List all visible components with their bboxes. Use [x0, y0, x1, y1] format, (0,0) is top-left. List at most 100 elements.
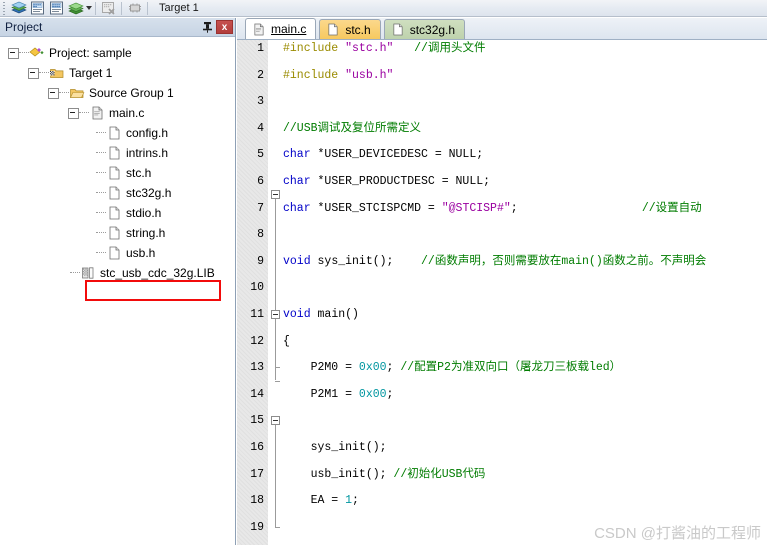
- header-file-icon: [106, 125, 122, 141]
- project-panel-header: Project x: [0, 18, 235, 37]
- code-text: //USB调试及复位所需定义: [283, 121, 422, 135]
- line-number: 1: [257, 42, 264, 55]
- tab-main-c[interactable]: main.c: [245, 18, 317, 39]
- code-line[interactable]: 13 P2M0 = 0x00; //配置P2为准双向口（屠龙刀三板载led）: [237, 361, 767, 374]
- code-line[interactable]: 7 char *USER_STCISPCMD = "@STCISP#"; //设置…: [237, 202, 767, 215]
- line-number: 15: [250, 414, 264, 428]
- tab-label: main.c: [271, 22, 307, 36]
- code-line[interactable]: 9 void sys_init(); //函数声明，否则需要放在main()函数之…: [237, 255, 767, 268]
- code-line[interactable]: 15: [237, 414, 767, 427]
- tree-item-stc32g-h[interactable]: stc32g.h: [0, 183, 235, 203]
- tree-connector: [96, 172, 106, 174]
- expander-icon[interactable]: [8, 47, 19, 59]
- tree-item-main-c[interactable]: main.c: [0, 103, 235, 123]
- pin-icon[interactable]: [200, 20, 214, 35]
- code-text: #include "stc.h" //调用头文件: [283, 42, 486, 55]
- target-selector[interactable]: Target 1: [159, 2, 199, 14]
- code-text: P2M1 = 0x00;: [283, 387, 394, 401]
- code-text: char *USER_DEVICEDESC = NULL;: [283, 148, 484, 162]
- batch-build-dropdown-icon[interactable]: [86, 6, 92, 10]
- tree-connector: [96, 232, 106, 234]
- fold-collapse-icon[interactable]: [271, 190, 280, 200]
- tree-item-target[interactable]: Target 1: [0, 63, 235, 83]
- fold-collapse-icon[interactable]: [271, 416, 280, 426]
- toolbar-separator-2: [121, 1, 122, 15]
- tree-item-stc-h[interactable]: stc.h: [0, 163, 235, 183]
- line-number: 7: [257, 201, 264, 215]
- fold-collapse-icon[interactable]: [271, 310, 280, 319]
- line-number: 11: [250, 307, 264, 321]
- tree-item-label: usb.h: [126, 246, 156, 260]
- tree-item-label: Target 1: [69, 66, 113, 80]
- code-text: {: [283, 334, 290, 348]
- code-line[interactable]: 12 {: [237, 335, 767, 348]
- line-number: 14: [250, 387, 264, 401]
- line-number: 5: [257, 148, 264, 162]
- header-file-icon: [325, 22, 341, 38]
- tab-label: stc32g.h: [409, 22, 456, 37]
- tree-item-lib[interactable]: stc_usb_cdc_32g.LIB: [0, 263, 235, 283]
- tree-item-string-h[interactable]: string.h: [0, 223, 235, 243]
- code-line[interactable]: 8: [237, 228, 767, 241]
- code-line[interactable]: 16 sys_init();: [237, 441, 767, 454]
- rebuild-all-icon[interactable]: [47, 0, 66, 16]
- expander-icon[interactable]: [68, 107, 79, 119]
- tab-stc32g-h[interactable]: stc32g.h: [383, 19, 466, 39]
- tree-connector: [79, 112, 89, 114]
- tree-item-intrins-h[interactable]: intrins.h: [0, 143, 235, 163]
- code-line[interactable]: 11 void main(): [237, 308, 767, 321]
- code-line[interactable]: 17 usb_init(); //初始化USB代码: [237, 468, 767, 481]
- tab-stc-h[interactable]: stc.h: [319, 19, 381, 39]
- line-number: 18: [250, 494, 264, 508]
- header-file-icon: [390, 22, 406, 38]
- code-line[interactable]: 3: [237, 95, 767, 108]
- header-file-icon: [106, 165, 122, 181]
- code-text: char *USER_PRODUCTDESC = NULL;: [283, 174, 491, 188]
- code-line[interactable]: 14 P2M1 = 0x00;: [237, 388, 767, 401]
- project-panel-title: Project: [5, 20, 43, 34]
- line-number: 8: [257, 228, 264, 242]
- tree-item-stdio-h[interactable]: stdio.h: [0, 203, 235, 223]
- tree-item-usb-h[interactable]: usb.h: [0, 243, 235, 263]
- code-line[interactable]: 2 #include "usb.h": [237, 69, 767, 82]
- expander-icon[interactable]: [28, 67, 39, 79]
- code-line[interactable]: 6 char *USER_PRODUCTDESC = NULL;: [237, 175, 767, 188]
- tree-item-label: config.h: [126, 126, 169, 140]
- lib-highlight-box: [85, 280, 221, 301]
- translate-file-icon[interactable]: [28, 0, 47, 16]
- code-editor-surface[interactable]: 1 #include "stc.h" //调用头文件 2 #include "usb.…: [237, 40, 767, 545]
- code-line[interactable]: 5 char *USER_DEVICEDESC = NULL;: [237, 148, 767, 161]
- code-text: usb_init(); //初始化USB代码: [283, 467, 486, 481]
- tree-connector: [39, 72, 49, 74]
- code-text: void sys_init(); //函数声明，否则需要放在main()函数之前…: [283, 254, 707, 268]
- tree-connector: [96, 252, 106, 254]
- header-file-icon: [106, 225, 122, 241]
- code-text: P2M0 = 0x00; //配置P2为准双向口（屠龙刀三板载led）: [283, 361, 622, 375]
- code-line[interactable]: 1 #include "stc.h" //调用头文件: [237, 42, 767, 55]
- code-line[interactable]: 18 EA = 1;: [237, 494, 767, 507]
- tree-item-config-h[interactable]: config.h: [0, 123, 235, 143]
- tree-connector: [96, 132, 106, 134]
- main-toolbar: Target 1: [0, 0, 767, 17]
- tree-item-label: intrins.h: [126, 146, 169, 160]
- folder-icon: [69, 85, 85, 101]
- code-text: sys_init();: [283, 440, 387, 454]
- tree-connector: [70, 272, 80, 274]
- batch-build-icon[interactable]: [66, 0, 85, 16]
- download-icon[interactable]: [125, 0, 144, 16]
- toolbar-grip[interactable]: [2, 0, 7, 16]
- code-text: char *USER_STCISPCMD = "@STCISP#"; //设置自…: [283, 201, 702, 215]
- code-lines: 1 #include "stc.h" //调用头文件 2 #include "usb.…: [237, 42, 767, 534]
- tree-item-source-group[interactable]: Source Group 1: [0, 83, 235, 103]
- stop-build-icon[interactable]: [99, 0, 118, 16]
- build-target-icon[interactable]: [9, 0, 28, 16]
- expander-icon[interactable]: [48, 87, 59, 99]
- tree-connector: [59, 92, 69, 94]
- code-line[interactable]: 4 //USB调试及复位所需定义: [237, 122, 767, 135]
- watermark: CSDN @打酱油的工程师: [594, 525, 761, 542]
- close-icon[interactable]: x: [216, 20, 233, 34]
- code-line[interactable]: 10: [237, 281, 767, 294]
- toolbar-separator: [95, 1, 96, 15]
- line-number: 4: [257, 121, 264, 135]
- tree-item-project[interactable]: Project: sample: [0, 43, 235, 63]
